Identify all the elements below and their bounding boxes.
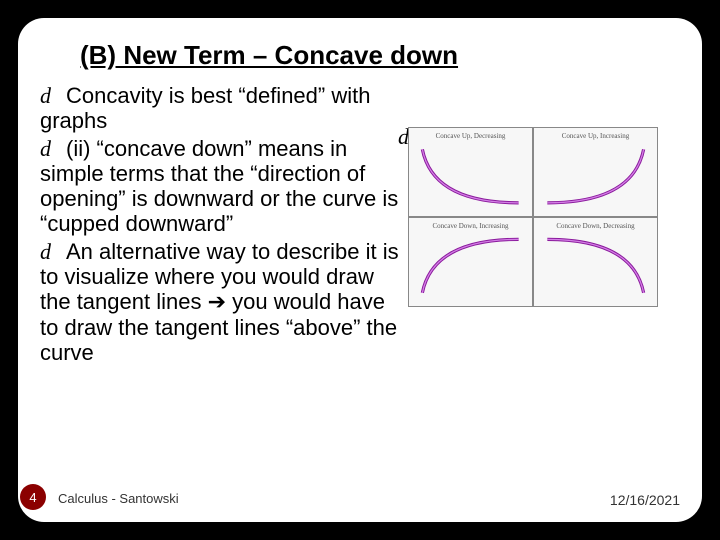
bullet-3: dAn alternative way to describe it is to… bbox=[40, 239, 400, 365]
curve-down-increasing-icon bbox=[417, 234, 524, 298]
cell-label: Concave Up, Decreasing bbox=[409, 132, 532, 140]
footer-center: Calculus - Santowski bbox=[58, 491, 179, 506]
page-number-badge: 4 bbox=[20, 484, 46, 510]
bullet-icon: d bbox=[40, 136, 66, 161]
bullet-text: An alternative way to describe it is to … bbox=[40, 239, 399, 365]
text-column: dConcavity is best “defined” with graphs… bbox=[40, 83, 400, 367]
slide: (B) New Term – Concave down d dConcavity… bbox=[18, 18, 702, 522]
cell-label: Concave Down, Increasing bbox=[409, 222, 532, 230]
page-number: 4 bbox=[29, 490, 36, 505]
image-column: Concave Up, Decreasing Concave Up, Incre… bbox=[408, 83, 658, 307]
cell-concave-up-decreasing: Concave Up, Decreasing bbox=[408, 127, 533, 217]
bullet-text: (ii) “concave down” means in simple term… bbox=[40, 136, 398, 237]
cell-concave-down-decreasing: Concave Down, Decreasing bbox=[533, 217, 658, 307]
bullet-text: Concavity is best “defined” with graphs bbox=[40, 83, 370, 133]
cell-label: Concave Down, Decreasing bbox=[534, 222, 657, 230]
cell-concave-down-increasing: Concave Down, Increasing bbox=[408, 217, 533, 307]
cell-label: Concave Up, Increasing bbox=[534, 132, 657, 140]
bullet-2: d(ii) “concave down” means in simple ter… bbox=[40, 136, 400, 237]
bullet-icon: d bbox=[40, 83, 66, 108]
bullet-1: dConcavity is best “defined” with graphs bbox=[40, 83, 400, 134]
concavity-grid: Concave Up, Decreasing Concave Up, Incre… bbox=[408, 127, 658, 307]
slide-title: (B) New Term – Concave down bbox=[80, 40, 680, 71]
cell-concave-up-increasing: Concave Up, Increasing bbox=[533, 127, 658, 217]
curve-down-decreasing-icon bbox=[542, 234, 649, 298]
curve-up-increasing-icon bbox=[542, 144, 649, 208]
content-row: dConcavity is best “defined” with graphs… bbox=[40, 83, 680, 367]
bullet-icon: d bbox=[40, 239, 66, 264]
curve-up-decreasing-icon bbox=[417, 144, 524, 208]
footer-date: 12/16/2021 bbox=[610, 492, 680, 508]
